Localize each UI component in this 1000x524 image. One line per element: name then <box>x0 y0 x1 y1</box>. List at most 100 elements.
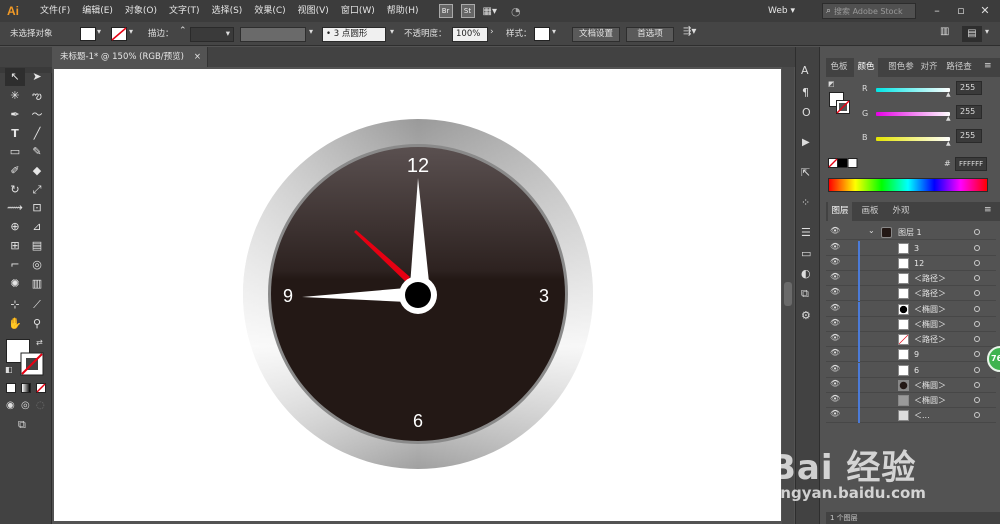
layer-item-6[interactable]: 👁 ＜路径＞ <box>826 332 996 347</box>
selection-tool-icon[interactable]: ↖ <box>5 68 25 86</box>
arrange-documents-icon[interactable]: ▦▾ <box>483 6 497 17</box>
layer-item-7[interactable]: 👁 9 <box>826 347 996 362</box>
hand-tool-icon[interactable]: ✋ <box>5 315 25 333</box>
chevron-down-icon[interactable]: ▾ <box>129 27 133 36</box>
tab-artboards[interactable]: 画板 <box>858 202 882 221</box>
color-mode-icon[interactable] <box>6 383 16 393</box>
layer-item-3[interactable]: 👁 ＜路径＞ <box>826 286 996 301</box>
expand-chevron-icon[interactable]: ⌄ <box>868 226 875 235</box>
target-icon[interactable] <box>974 290 980 296</box>
stepper-icon[interactable]: ⌃ <box>179 26 187 36</box>
tab-color[interactable]: 颜色 <box>854 58 878 77</box>
panel-menu-icon[interactable]: ≡ <box>984 61 992 71</box>
stroke-swatch-none[interactable] <box>111 27 127 41</box>
preferences-button[interactable]: 首选项 <box>626 27 674 42</box>
rectangle-tool-icon[interactable]: ▭ <box>5 143 25 161</box>
center-cap[interactable] <box>405 282 431 308</box>
brush-definition[interactable]: • 3 点圆形 <box>322 27 386 42</box>
style-swatch[interactable] <box>534 27 550 41</box>
perspective-grid-tool-icon[interactable]: ⊿ <box>27 218 47 236</box>
r-slider-handle[interactable]: ▲ <box>946 91 951 98</box>
menu-effect[interactable]: 效果(C) <box>248 0 291 22</box>
line-tool-icon[interactable]: ╱ <box>27 125 47 143</box>
target-icon[interactable] <box>974 260 980 266</box>
stock-search[interactable]: ⌕ 搜索 Adobe Stock <box>822 3 916 19</box>
color-spectrum[interactable] <box>828 178 988 192</box>
color-stroke-swatch[interactable] <box>836 100 850 114</box>
magic-wand-tool-icon[interactable]: ✳ <box>5 87 25 105</box>
chevron-down-icon[interactable]: ▾ <box>552 27 556 36</box>
tab-swatches[interactable]: 色板 <box>828 58 850 77</box>
paintbrush-tool-icon[interactable]: ✎ <box>27 143 47 161</box>
scrollbar-thumb[interactable] <box>784 282 792 306</box>
quick-color-swatches[interactable] <box>828 158 858 168</box>
tab-pathfinder[interactable]: 路径查 <box>944 58 974 77</box>
g-slider[interactable] <box>876 112 950 116</box>
panel-menu-icon[interactable]: ≡ <box>984 205 992 215</box>
menu-object[interactable]: 对象(O) <box>119 0 163 22</box>
variable-width-profile[interactable] <box>240 27 306 42</box>
swap-colors-icon[interactable]: ⇄ <box>36 338 43 347</box>
fill-swatch[interactable] <box>80 27 96 41</box>
slice-tool-icon[interactable]: ⟋ <box>27 296 47 314</box>
stroke-panel-icon[interactable]: ☰ <box>801 226 811 239</box>
tab-color-guide[interactable]: 图色参 <box>886 58 916 77</box>
target-icon[interactable] <box>974 229 980 235</box>
close-icon[interactable]: ✕ <box>974 2 996 20</box>
target-icon[interactable] <box>974 412 980 418</box>
scale-tool-icon[interactable]: ⤢ <box>27 181 47 199</box>
document-setup-button[interactable]: 文档设置 <box>572 27 620 42</box>
b-slider[interactable] <box>876 137 950 141</box>
target-icon[interactable] <box>974 351 980 357</box>
draw-behind-icon[interactable]: ◎ <box>21 400 30 411</box>
chevron-right-icon[interactable]: › <box>490 27 494 37</box>
b-value-field[interactable]: 255 <box>956 129 982 143</box>
transform-options-icon[interactable]: ⇶▾ <box>683 26 696 37</box>
maximize-icon[interactable]: ▫ <box>950 2 972 20</box>
r-value-field[interactable]: 255 <box>956 81 982 95</box>
clock-number-3[interactable]: 3 <box>539 286 549 306</box>
eye-icon[interactable]: 👁 <box>830 303 840 312</box>
workspace-switcher[interactable]: Web ▾ <box>768 3 814 19</box>
target-icon[interactable] <box>974 275 980 281</box>
none-mode-icon[interactable] <box>36 383 46 393</box>
stroke-color-swatch[interactable] <box>20 352 44 376</box>
gpu-performance-icon[interactable]: ◔ <box>511 5 521 18</box>
opentype-panel-icon[interactable]: O <box>802 106 811 119</box>
mesh-tool-icon[interactable]: ⊞ <box>5 237 25 255</box>
chevron-down-icon[interactable]: ▾ <box>390 27 394 36</box>
artboard-tool-icon[interactable]: ⊹ <box>5 296 25 314</box>
stock-button[interactable]: St <box>460 4 475 18</box>
target-icon[interactable] <box>974 397 980 403</box>
eye-icon[interactable]: 👁 <box>830 379 840 388</box>
rotate-tool-icon[interactable]: ↻ <box>5 181 25 199</box>
clock-number-6[interactable]: 6 <box>413 411 423 431</box>
r-slider[interactable] <box>876 88 950 92</box>
tab-close-icon[interactable]: × <box>194 47 201 67</box>
eye-icon[interactable]: 👁 <box>830 348 840 357</box>
draw-inside-icon[interactable]: ◌ <box>36 400 45 411</box>
menu-window[interactable]: 窗口(W) <box>335 0 381 22</box>
eye-icon[interactable]: 👁 <box>830 409 840 418</box>
width-tool-icon[interactable]: ⟿ <box>5 199 25 217</box>
layer-item-4[interactable]: 👁 ＜椭圆＞ <box>826 302 996 317</box>
character-panel-icon[interactable]: A <box>801 64 809 77</box>
lasso-tool-icon[interactable]: ఌ <box>27 87 47 105</box>
pen-tool-icon[interactable]: ✒ <box>5 106 25 124</box>
actions-panel-icon[interactable]: ▶ <box>802 137 810 148</box>
clock-number-12[interactable]: 12 <box>407 155 429 177</box>
symbols-panel-icon[interactable]: ⁘ <box>801 196 810 209</box>
appearance-panel-icon[interactable]: ⧉ <box>801 287 809 301</box>
opacity-field[interactable]: 100% <box>452 27 488 42</box>
blend-tool-icon[interactable]: ◎ <box>27 256 47 274</box>
shape-builder-tool-icon[interactable]: ⊕ <box>5 218 25 236</box>
curvature-tool-icon[interactable]: 〜 <box>27 106 47 124</box>
hex-value-field[interactable]: FFFFFF <box>955 157 987 171</box>
export-panel-icon[interactable]: ⇱ <box>801 166 810 179</box>
clock-artwork[interactable]: 12 3 6 9 <box>54 69 781 521</box>
eye-icon[interactable]: 👁 <box>830 242 840 251</box>
layer-item-1[interactable]: 👁 12 <box>826 256 996 271</box>
menu-view[interactable]: 视图(V) <box>292 0 335 22</box>
graphic-styles-panel-icon[interactable]: ⚙ <box>801 309 811 322</box>
target-icon[interactable] <box>974 245 980 251</box>
